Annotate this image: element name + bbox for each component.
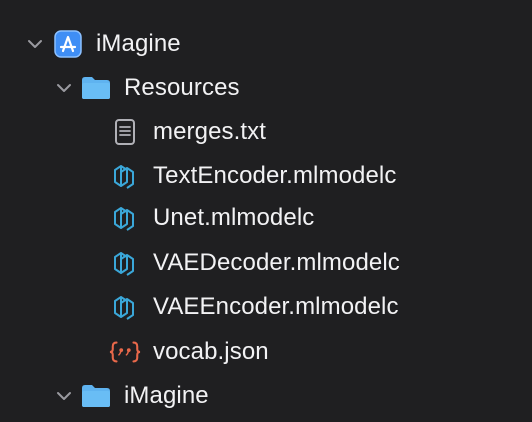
- project-navigator: iMagine Resources merges.txt TextEncoder…: [0, 0, 532, 422]
- chevron-down-icon[interactable]: [55, 387, 73, 405]
- file-label: merges.txt: [153, 118, 267, 145]
- folder-icon: [80, 380, 112, 412]
- tree-row-file[interactable]: Unet.mlmodelc: [0, 198, 532, 238]
- tree-row-project[interactable]: iMagine: [0, 24, 532, 64]
- file-label: Unet.mlmodelc: [153, 204, 315, 231]
- chevron-down-icon[interactable]: [55, 79, 73, 97]
- file-label: VAEDecoder.mlmodelc: [153, 249, 400, 276]
- chevron-down-icon[interactable]: [26, 35, 44, 53]
- file-label: TextEncoder.mlmodelc: [153, 162, 397, 189]
- mlmodel-icon: [109, 291, 141, 323]
- resources-label: Resources: [124, 74, 240, 101]
- file-label: VAEEncoder.mlmodelc: [153, 293, 399, 320]
- mlmodel-icon: [109, 202, 141, 234]
- json-file-icon: [109, 336, 141, 368]
- mlmodel-icon: [109, 160, 141, 192]
- tree-row-file[interactable]: TextEncoder.mlmodelc: [0, 156, 532, 196]
- xcode-app-icon: [52, 28, 84, 60]
- imagine-group-label: iMagine: [124, 382, 209, 409]
- tree-row-file[interactable]: merges.txt: [0, 112, 532, 152]
- file-label: vocab.json: [153, 338, 269, 365]
- tree-row-file[interactable]: VAEEncoder.mlmodelc: [0, 287, 532, 327]
- folder-icon: [80, 72, 112, 104]
- tree-row-resources[interactable]: Resources: [0, 68, 532, 108]
- mlmodel-icon: [109, 247, 141, 279]
- project-label: iMagine: [96, 30, 181, 57]
- text-file-icon: [109, 116, 141, 148]
- tree-row-file[interactable]: VAEDecoder.mlmodelc: [0, 243, 532, 283]
- tree-row-file[interactable]: vocab.json: [0, 332, 532, 372]
- tree-row-imagine-group[interactable]: iMagine: [0, 376, 532, 416]
